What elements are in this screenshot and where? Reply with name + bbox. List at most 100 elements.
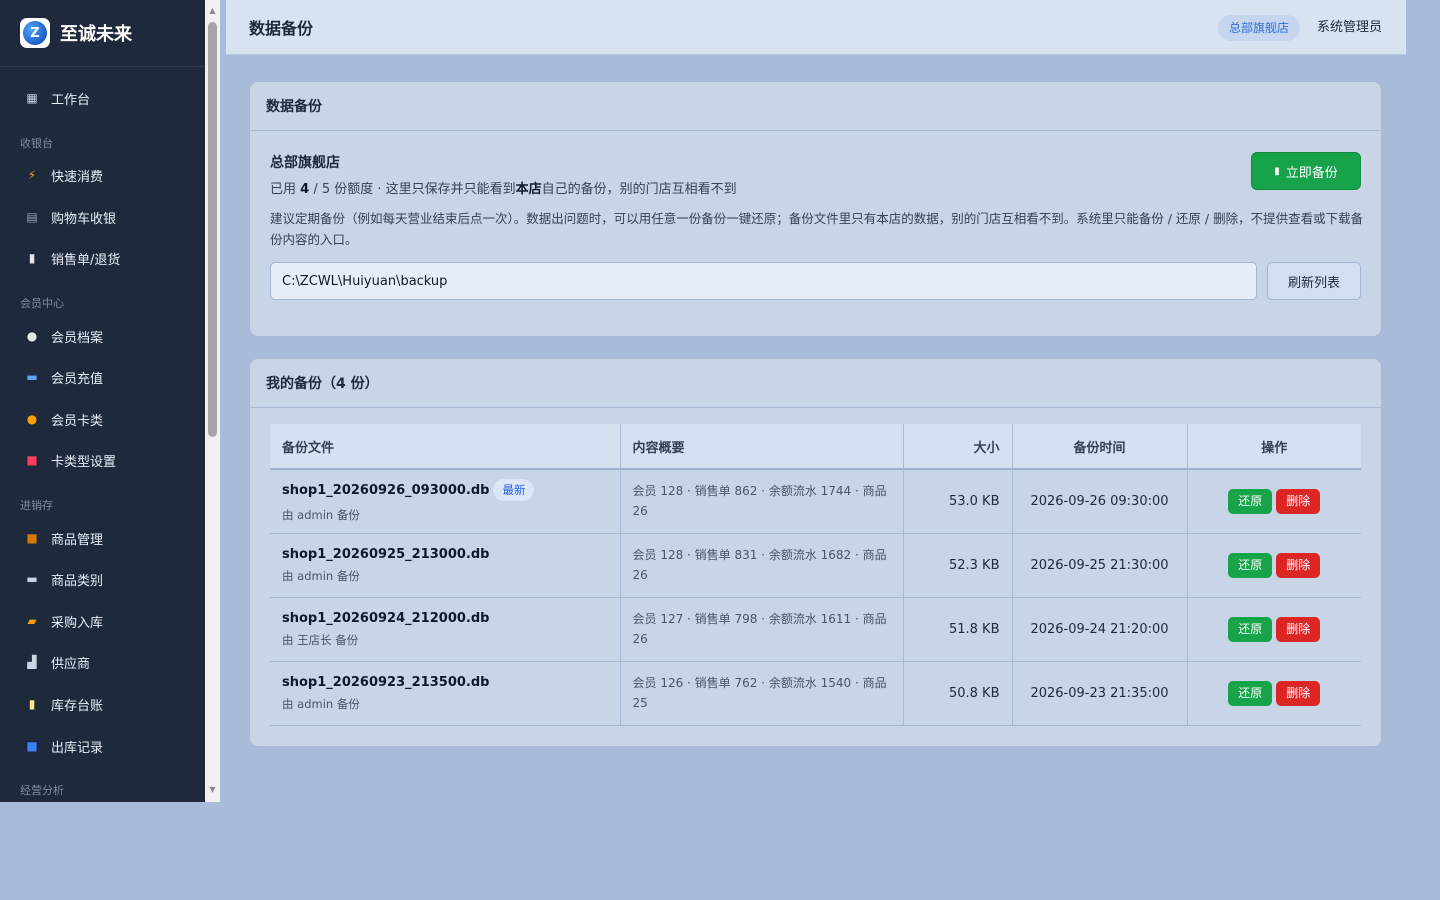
table-row: shop1_20260923_213500.db 由 admin 备份 会员 1… bbox=[270, 661, 1361, 726]
sidebar-item-suppliers[interactable]: ▟ 供应商 bbox=[0, 644, 205, 680]
brand-logo-icon: Z bbox=[20, 18, 50, 48]
nav-group-cashier: 收银台 bbox=[20, 137, 53, 150]
delete-button[interactable]: 删除 bbox=[1276, 488, 1321, 514]
sidebar-item-label: 出库记录 bbox=[51, 740, 104, 756]
sidebar-item-label: 快速消费 bbox=[51, 169, 104, 185]
backup-summary: 会员 127 · 销售单 798 · 余额流水 1611 · 商品 26 bbox=[620, 597, 904, 662]
backup-time: 2026-09-26 09:30:00 bbox=[1012, 469, 1188, 534]
store-name: 总部旗舰店 bbox=[270, 155, 340, 171]
grid-icon: ▦ bbox=[26, 91, 38, 105]
scroll-down-icon[interactable]: ▼ bbox=[205, 782, 220, 797]
brand-name: 至诚未来 bbox=[60, 24, 132, 45]
backup-size: 50.8 KB bbox=[903, 661, 1013, 726]
sidebar: Z 至诚未来 ▦ 工作台 收银台 ⚡ 快速消费 ▤ 购物车收银 ▮ 销售单/退货… bbox=[0, 0, 205, 802]
backup-summary: 会员 128 · 销售单 862 · 余额流水 1744 · 商品 26 bbox=[620, 469, 904, 534]
backup-file-name: shop1_20260925_213000.db bbox=[282, 546, 490, 562]
sidebar-item-label: 会员档案 bbox=[51, 330, 104, 346]
sidebar-item-purchase-inbound[interactable]: ▰ 采购入库 bbox=[0, 603, 205, 639]
sidebar-item-label: 商品类别 bbox=[51, 573, 104, 589]
backup-size: 51.8 KB bbox=[903, 597, 1013, 662]
nav-group-analytics: 经营分析 bbox=[20, 784, 64, 797]
table-row: shop1_20260926_093000.db 最新 由 admin 备份 会员… bbox=[270, 469, 1361, 534]
restore-button[interactable]: 还原 bbox=[1228, 488, 1273, 514]
restore-button[interactable]: 还原 bbox=[1228, 680, 1273, 706]
quota-mid: / 5 份额度 · 这里只保存并只能看到 bbox=[309, 182, 516, 197]
col-file: 备份文件 bbox=[270, 424, 621, 470]
brand-logo-letter: Z bbox=[23, 21, 47, 45]
delete-button[interactable]: 删除 bbox=[1276, 680, 1321, 706]
cash-register-icon: ▤ bbox=[26, 210, 38, 224]
backup-author: 由 admin 备份 bbox=[282, 696, 360, 711]
card-settings-icon: ■ bbox=[26, 453, 38, 467]
tag-icon: ▬ bbox=[26, 572, 38, 586]
quota-used: 4 bbox=[300, 182, 310, 197]
sidebar-item-workbench[interactable]: ▦ 工作台 bbox=[0, 80, 205, 116]
backup-file-name: shop1_20260924_212000.db bbox=[282, 610, 490, 626]
sidebar-item-member-card-types[interactable]: ● 会员卡类 bbox=[0, 401, 205, 437]
scrollbar-thumb[interactable] bbox=[208, 22, 217, 437]
database-icon: ▮ bbox=[1274, 165, 1280, 177]
restore-button[interactable]: 还原 bbox=[1228, 616, 1273, 642]
backup-now-button[interactable]: ▮ 立即备份 bbox=[1251, 152, 1361, 190]
sidebar-item-quick-consume[interactable]: ⚡ 快速消费 bbox=[0, 157, 205, 193]
delete-button[interactable]: 删除 bbox=[1276, 552, 1321, 578]
restore-button[interactable]: 还原 bbox=[1228, 552, 1273, 578]
backup-list-title: 我的备份（4 份） bbox=[250, 359, 1381, 408]
sidebar-item-label: 卡类型设置 bbox=[51, 454, 117, 470]
sidebar-item-label: 库存台账 bbox=[51, 698, 104, 714]
backup-author: 由 admin 备份 bbox=[282, 508, 360, 523]
backup-size: 53.0 KB bbox=[903, 469, 1013, 534]
card-icon: ▬ bbox=[26, 370, 38, 384]
sidebar-item-label: 工作台 bbox=[51, 92, 91, 108]
backup-path-input[interactable] bbox=[270, 262, 1257, 300]
sidebar-scrollbar[interactable]: ▲ ▼ bbox=[205, 0, 220, 802]
sidebar-item-member-recharge[interactable]: ▬ 会员充值 bbox=[0, 359, 205, 395]
sidebar-item-cart-checkout[interactable]: ▤ 购物车收银 bbox=[0, 199, 205, 235]
backup-table: 备份文件 内容概要 大小 备份时间 操作 shop1_20260926_0930… bbox=[270, 424, 1361, 726]
page-title: 数据备份 bbox=[249, 19, 314, 38]
backup-card-title: 数据备份 bbox=[250, 82, 1381, 131]
sidebar-item-label: 商品管理 bbox=[51, 532, 104, 548]
sidebar-item-outbound-records[interactable]: ■ 出库记录 bbox=[0, 728, 205, 764]
table-row: shop1_20260925_213000.db 由 admin 备份 会员 1… bbox=[270, 533, 1361, 598]
quota-bold: 本店 bbox=[515, 182, 542, 197]
brand[interactable]: Z 至诚未来 bbox=[0, 0, 205, 67]
backup-author: 由 王店长 备份 bbox=[282, 632, 359, 647]
sidebar-item-product-categories[interactable]: ▬ 商品类别 bbox=[0, 561, 205, 597]
backup-file-name: shop1_20260926_093000.db bbox=[282, 483, 490, 499]
col-actions: 操作 bbox=[1187, 424, 1361, 470]
sidebar-item-product-management[interactable]: ■ 商品管理 bbox=[0, 520, 205, 556]
backup-time: 2026-09-24 21:20:00 bbox=[1012, 597, 1188, 662]
col-size: 大小 bbox=[903, 424, 1013, 470]
clipboard-icon: ▮ bbox=[28, 697, 36, 711]
box-icon: ■ bbox=[26, 531, 38, 545]
backup-actions: 还原 删除 bbox=[1187, 661, 1361, 726]
sidebar-item-label: 采购入库 bbox=[51, 615, 104, 631]
quota-suffix: 自己的备份，别的门店互相看不到 bbox=[541, 182, 737, 197]
backup-card: 数据备份 总部旗舰店 已用 4 / 5 份额度 · 这里只保存并只能看到本店自己… bbox=[249, 81, 1382, 337]
table-header-row: 备份文件 内容概要 大小 备份时间 操作 bbox=[270, 424, 1361, 470]
nav-group-inventory: 进销存 bbox=[20, 499, 53, 512]
backup-time: 2026-09-25 21:30:00 bbox=[1012, 533, 1188, 598]
sidebar-item-label: 会员充值 bbox=[51, 371, 104, 387]
sidebar-item-member-profiles[interactable]: ● 会员档案 bbox=[0, 318, 205, 354]
outbox-icon: ■ bbox=[26, 739, 38, 753]
refresh-list-button[interactable]: 刷新列表 bbox=[1267, 262, 1361, 300]
store-badge[interactable]: 总部旗舰店 bbox=[1217, 15, 1300, 41]
quota-prefix: 已用 bbox=[270, 182, 301, 197]
scroll-up-icon[interactable]: ▲ bbox=[205, 3, 220, 18]
sidebar-item-stock-ledger[interactable]: ▮ 库存台账 bbox=[0, 686, 205, 722]
quota-text: 已用 4 / 5 份额度 · 这里只保存并只能看到本店自己的备份，别的门店互相看… bbox=[270, 178, 737, 197]
sidebar-item-label: 销售单/退货 bbox=[51, 252, 121, 268]
backup-size: 52.3 KB bbox=[903, 533, 1013, 598]
sidebar-item-sales-returns[interactable]: ▮ 销售单/退货 bbox=[0, 240, 205, 276]
topbar: 数据备份 总部旗舰店 系统管理员 bbox=[226, 0, 1406, 55]
delete-button[interactable]: 删除 bbox=[1276, 616, 1321, 642]
backup-list-card: 我的备份（4 份） 备份文件 内容概要 大小 备份时间 操作 shop1_202… bbox=[249, 358, 1382, 747]
backup-actions: 还原 删除 bbox=[1187, 533, 1361, 598]
sidebar-item-card-type-settings[interactable]: ■ 卡类型设置 bbox=[0, 442, 205, 478]
latest-badge: 最新 bbox=[493, 479, 535, 502]
current-user[interactable]: 系统管理员 bbox=[1317, 0, 1382, 55]
sidebar-item-label: 购物车收银 bbox=[51, 211, 117, 227]
backup-actions: 还原 删除 bbox=[1187, 597, 1361, 662]
